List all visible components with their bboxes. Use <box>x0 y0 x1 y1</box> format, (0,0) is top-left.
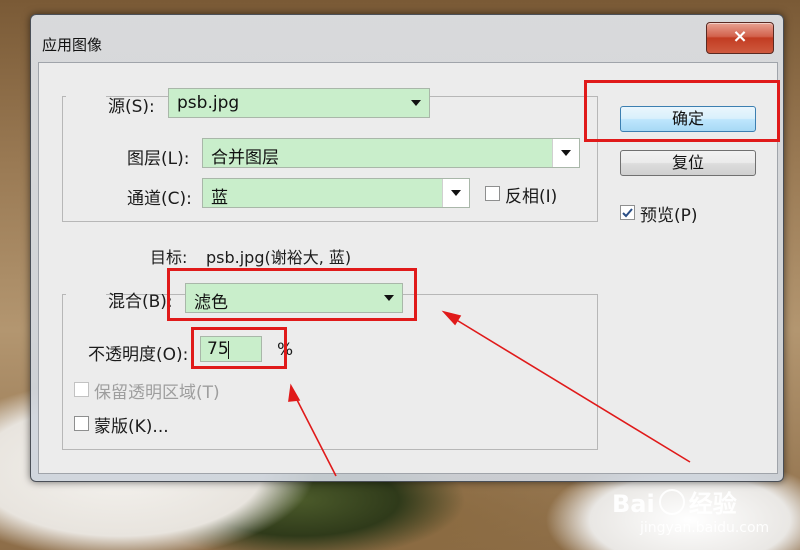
close-button[interactable]: × <box>706 22 774 54</box>
mask-checkbox[interactable] <box>74 416 89 431</box>
target-value: psb.jpg(谢裕大, 蓝) <box>206 248 352 267</box>
watermark-url: jingyan.baidu.com <box>640 520 770 536</box>
layer-value: 合并图层 <box>211 148 279 168</box>
highlight-opacity <box>191 327 287 369</box>
preserve-transparency-label[interactable]: 保留透明区域(T) <box>94 378 220 403</box>
chevron-down-icon <box>411 100 421 106</box>
chevron-down-icon <box>451 190 461 196</box>
close-icon: × <box>732 26 748 47</box>
channel-dropdown[interactable]: 蓝 <box>202 178 470 208</box>
group-gap <box>66 288 106 300</box>
preserve-transparency-checkbox[interactable] <box>74 382 89 397</box>
layer-dropdown-toggle[interactable] <box>552 139 579 167</box>
source-value: psb.jpg <box>177 93 240 113</box>
layer-label: 图层(L): <box>127 149 190 169</box>
mask-label[interactable]: 蒙版(K)... <box>94 412 169 437</box>
invert-checkbox[interactable] <box>485 186 500 201</box>
target-label: 目标: <box>150 248 188 267</box>
chevron-down-icon <box>561 150 571 156</box>
channel-value: 蓝 <box>211 188 228 208</box>
channel-label: 通道(C): <box>127 189 192 209</box>
opacity-label: 不透明度(O): <box>88 345 189 365</box>
checkmark-icon <box>622 208 633 218</box>
source-dropdown[interactable]: psb.jpg <box>168 88 430 118</box>
group-gap <box>66 90 106 102</box>
source-label: 源(S): <box>108 97 155 117</box>
highlight-blend-mode <box>167 268 417 321</box>
dialog-title: 应用图像 <box>42 36 103 54</box>
watermark-brand-2: 经验 <box>688 490 737 518</box>
reset-button[interactable]: 复位 <box>620 150 756 176</box>
watermark-logo: Bai 经验 <box>612 484 737 519</box>
paw-icon <box>658 489 685 515</box>
watermark-brand: Bai <box>612 490 655 518</box>
highlight-ok-button <box>584 80 780 142</box>
preview-checkbox[interactable] <box>620 205 635 220</box>
source-dropdown-toggle[interactable] <box>403 89 429 117</box>
channel-dropdown-toggle[interactable] <box>442 179 469 207</box>
layer-dropdown[interactable]: 合并图层 <box>202 138 580 168</box>
invert-label[interactable]: 反相(I) <box>505 182 557 207</box>
preview-label[interactable]: 预览(P) <box>640 201 698 226</box>
blend-mode-label: 混合(B): <box>108 292 173 312</box>
